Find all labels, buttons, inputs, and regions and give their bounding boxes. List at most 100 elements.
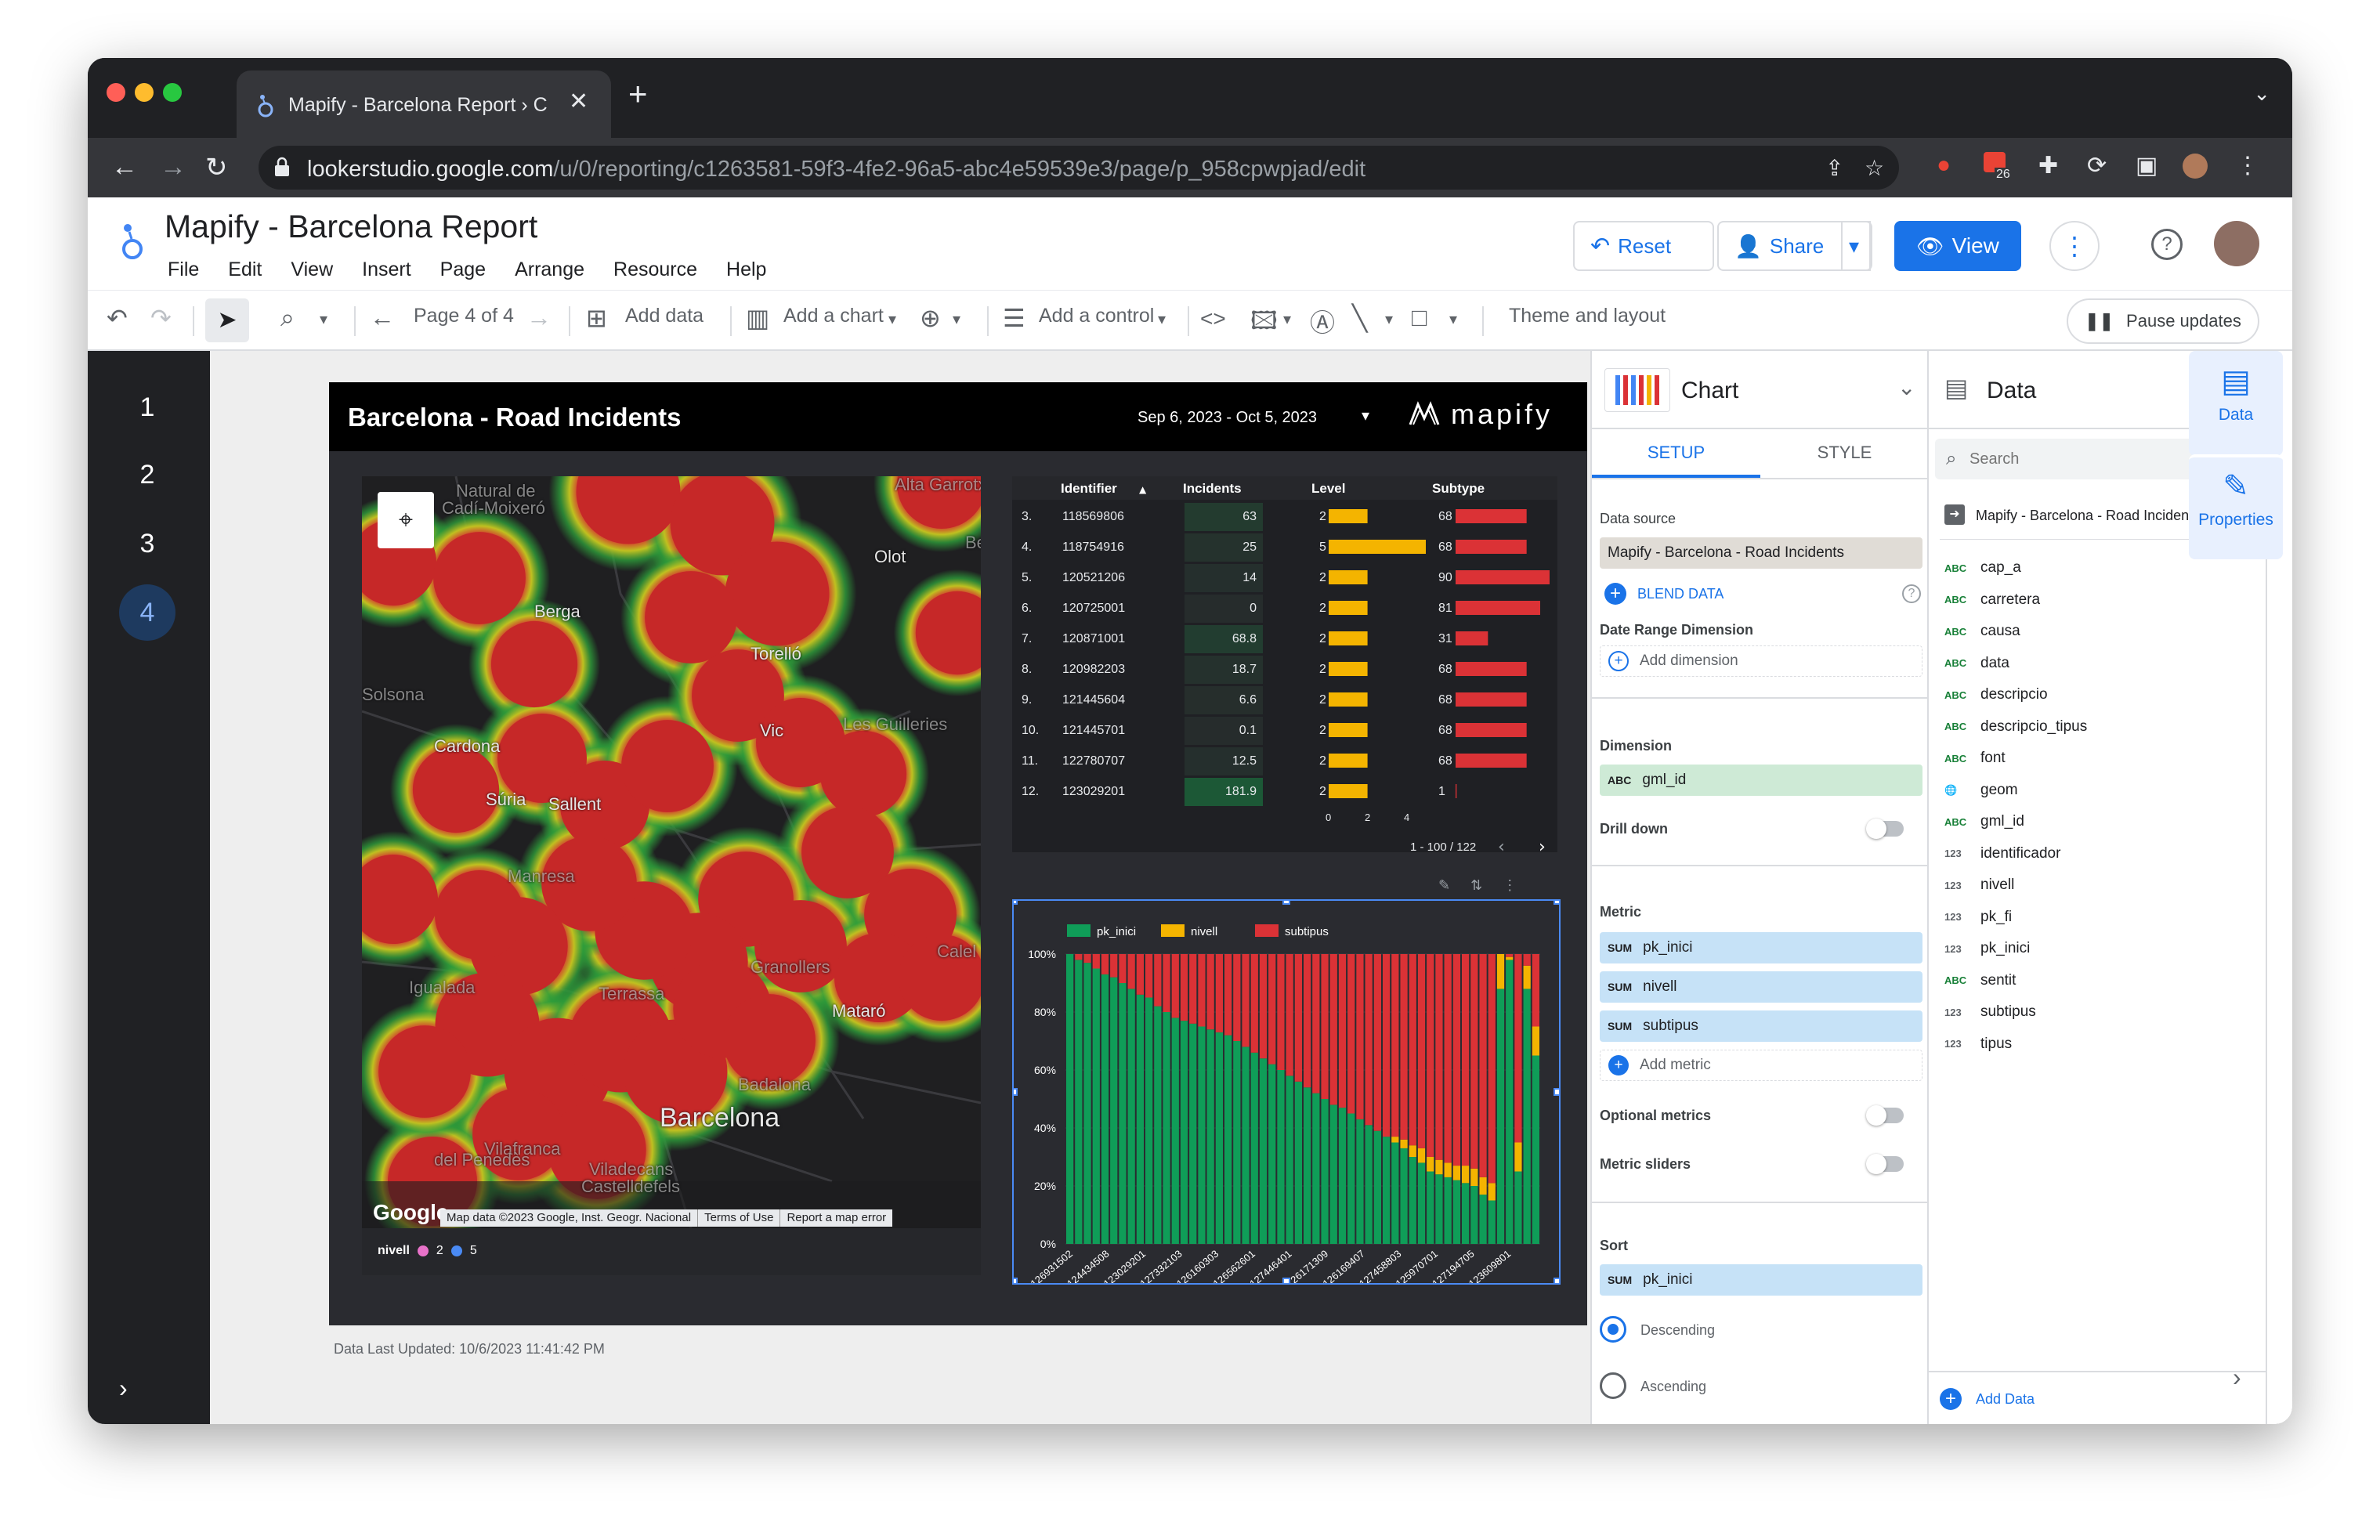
- bar-segment-nivell[interactable]: [1417, 1148, 1426, 1163]
- bar-segment-pk-inici[interactable]: [1154, 1006, 1162, 1244]
- bar-segment-subtipus[interactable]: [1356, 954, 1364, 1119]
- resize-handle[interactable]: [1010, 1088, 1018, 1096]
- image-dropdown-icon[interactable]: ▾: [1283, 309, 1291, 329]
- menu-view[interactable]: View: [291, 258, 333, 281]
- bar-segment-nivell[interactable]: [1506, 956, 1514, 960]
- bar-segment-subtipus[interactable]: [1321, 954, 1329, 1099]
- stacked-bar-chart[interactable]: pk_inici nivell subtipus 100% 80% 60% 40% 20% 0%…: [1010, 897, 1561, 1289]
- metric-chip-pk-inici[interactable]: SUM pk_inici: [1600, 932, 1922, 963]
- bar-segment-subtipus[interactable]: [1391, 954, 1399, 1137]
- bar-segment-pk-inici[interactable]: [1242, 1047, 1250, 1244]
- field-descripcio_tipus[interactable]: ABC descripcio_tipus: [1944, 718, 2087, 736]
- bar-segment-subtipus[interactable]: [1286, 954, 1293, 1076]
- field-data[interactable]: ABC data: [1944, 655, 2009, 672]
- bar-segment-nivell[interactable]: [1514, 1142, 1522, 1172]
- bar-segment-pk-inici[interactable]: [1294, 1081, 1302, 1244]
- field-carretera[interactable]: ABC carretera: [1944, 591, 2040, 609]
- bar-segment-pk-inici[interactable]: [1198, 1026, 1206, 1245]
- bar-segment-nivell[interactable]: [1444, 1162, 1452, 1177]
- report-map-error-link[interactable]: Report a map error: [780, 1209, 892, 1227]
- bar-segment-pk-inici[interactable]: [1206, 1029, 1214, 1244]
- data-source-chip[interactable]: Mapify - Barcelona - Road Incidents: [1600, 537, 1922, 569]
- line-dropdown-icon[interactable]: ▾: [1385, 309, 1393, 329]
- rail-properties-tab[interactable]: ✎ Properties: [2189, 454, 2283, 559]
- bar-segment-subtipus[interactable]: [1083, 954, 1091, 963]
- add-chart-button[interactable]: Add a chart: [783, 305, 884, 327]
- field-pk_fi[interactable]: 123 pk_fi: [1944, 909, 2012, 926]
- bar-segment-nivell[interactable]: [1470, 1168, 1478, 1186]
- page-2-button[interactable]: 2: [119, 446, 175, 503]
- table-header-cell[interactable]: Level: [1311, 481, 1345, 496]
- bar-segment-pk-inici[interactable]: [1391, 1142, 1399, 1245]
- bar-segment-pk-inici[interactable]: [1373, 1130, 1381, 1244]
- side-panel-icon[interactable]: ▣: [2136, 152, 2158, 179]
- pause-updates-button[interactable]: ❚❚ Pause updates: [2067, 298, 2259, 344]
- bar-segment-subtipus[interactable]: [1417, 954, 1426, 1148]
- add-chart-icon[interactable]: ▥: [746, 303, 769, 333]
- bar-segment-nivell[interactable]: [1479, 1177, 1487, 1195]
- collapse-rail-chevron-icon[interactable]: ›: [2233, 1363, 2241, 1392]
- bar-segment-subtipus[interactable]: [1136, 954, 1144, 995]
- bar-segment-pk-inici[interactable]: [1417, 1162, 1426, 1244]
- bar-segment-nivell[interactable]: [1488, 1183, 1496, 1201]
- redo-icon[interactable]: ↷: [150, 303, 172, 333]
- bar-segment-pk-inici[interactable]: [1136, 994, 1144, 1244]
- bar-segment-pk-inici[interactable]: [1479, 1195, 1487, 1244]
- profile-avatar[interactable]: [2183, 154, 2208, 179]
- menu-insert[interactable]: Insert: [362, 258, 411, 281]
- bar-segment-subtipus[interactable]: [1189, 954, 1197, 1024]
- add-data-button[interactable]: Add data: [625, 305, 704, 327]
- more-options-button[interactable]: ⋮: [2049, 221, 2100, 271]
- bar-segment-subtipus[interactable]: [1409, 954, 1416, 1146]
- resize-handle[interactable]: [1282, 1278, 1290, 1285]
- bar-segment-pk-inici[interactable]: [1215, 1032, 1223, 1244]
- previous-page-chevron-icon[interactable]: ‹: [1498, 837, 1505, 857]
- heatmap-map[interactable]: ⌖ Natural de Cadí-Moixeró Olot Berga Torelló…: [362, 476, 981, 1228]
- expand-pages-chevron-icon[interactable]: ›: [119, 1374, 128, 1403]
- bar-segment-subtipus[interactable]: [1435, 954, 1443, 1160]
- forward-button[interactable]: →: [160, 152, 186, 183]
- bar-segment-nivell[interactable]: [1496, 954, 1505, 989]
- bar-segment-subtipus[interactable]: [1206, 954, 1214, 1030]
- bar-segment-pk-inici[interactable]: [1075, 960, 1083, 1244]
- bar-segment-pk-inici[interactable]: [1321, 1099, 1329, 1244]
- add-control-dropdown-icon[interactable]: ▾: [1158, 309, 1166, 329]
- omnibox[interactable]: lookerstudio.google.com/u/0/reporting/c1…: [259, 146, 1899, 190]
- previous-page-icon[interactable]: ←: [370, 303, 395, 332]
- menu-file[interactable]: File: [168, 258, 199, 281]
- bar-segment-pk-inici[interactable]: [1523, 989, 1531, 1244]
- shape-dropdown-icon[interactable]: ▾: [1449, 309, 1457, 329]
- bar-segment-subtipus[interactable]: [1277, 954, 1285, 1070]
- bar-segment-nivell[interactable]: [1462, 1166, 1470, 1184]
- bar-segment-pk-inici[interactable]: [1110, 977, 1118, 1244]
- bar-segment-subtipus[interactable]: [1259, 954, 1268, 1059]
- bar-segment-subtipus[interactable]: [1312, 954, 1320, 1094]
- bar-segment-pk-inici[interactable]: [1365, 1125, 1373, 1244]
- bar-segment-pk-inici[interactable]: [1452, 1180, 1460, 1244]
- bar-segment-pk-inici[interactable]: [1259, 1058, 1268, 1244]
- bar-segment-subtipus[interactable]: [1145, 954, 1153, 998]
- tab-search-chevron-icon[interactable]: ⌄: [2253, 81, 2270, 106]
- bar-segment-subtipus[interactable]: [1224, 954, 1232, 1036]
- bar-segment-subtipus[interactable]: [1365, 954, 1373, 1126]
- bar-segment-pk-inici[interactable]: [1083, 963, 1091, 1244]
- drill-down-toggle[interactable]: [1866, 819, 1904, 839]
- sort-chip[interactable]: SUM pk_inici: [1600, 1264, 1922, 1296]
- bar-segment-nivell[interactable]: [1391, 1137, 1399, 1143]
- resize-handle[interactable]: [1282, 897, 1290, 905]
- chart-menu-icon[interactable]: ⋮: [1503, 877, 1517, 894]
- bar-segment-pk-inici[interactable]: [1514, 1171, 1522, 1245]
- bar-segment-subtipus[interactable]: [1127, 954, 1135, 989]
- bar-segment-pk-inici[interactable]: [1119, 983, 1127, 1244]
- page-4-button[interactable]: 4: [119, 584, 175, 641]
- rail-data-tab[interactable]: ▤ Data: [2189, 351, 2283, 456]
- maximize-window-button[interactable]: [163, 83, 182, 102]
- locate-me-icon[interactable]: ⌖: [378, 492, 434, 548]
- bar-segment-subtipus[interactable]: [1250, 954, 1258, 1053]
- add-dimension-field[interactable]: + Add dimension: [1600, 645, 1922, 677]
- field-geom[interactable]: 🌐 geom: [1944, 782, 2018, 799]
- looker-studio-logo-icon[interactable]: [121, 221, 144, 262]
- table-header-cell[interactable]: Incidents: [1183, 481, 1242, 496]
- bar-segment-pk-inici[interactable]: [1347, 1113, 1355, 1245]
- bar-segment-pk-inici[interactable]: [1224, 1035, 1232, 1244]
